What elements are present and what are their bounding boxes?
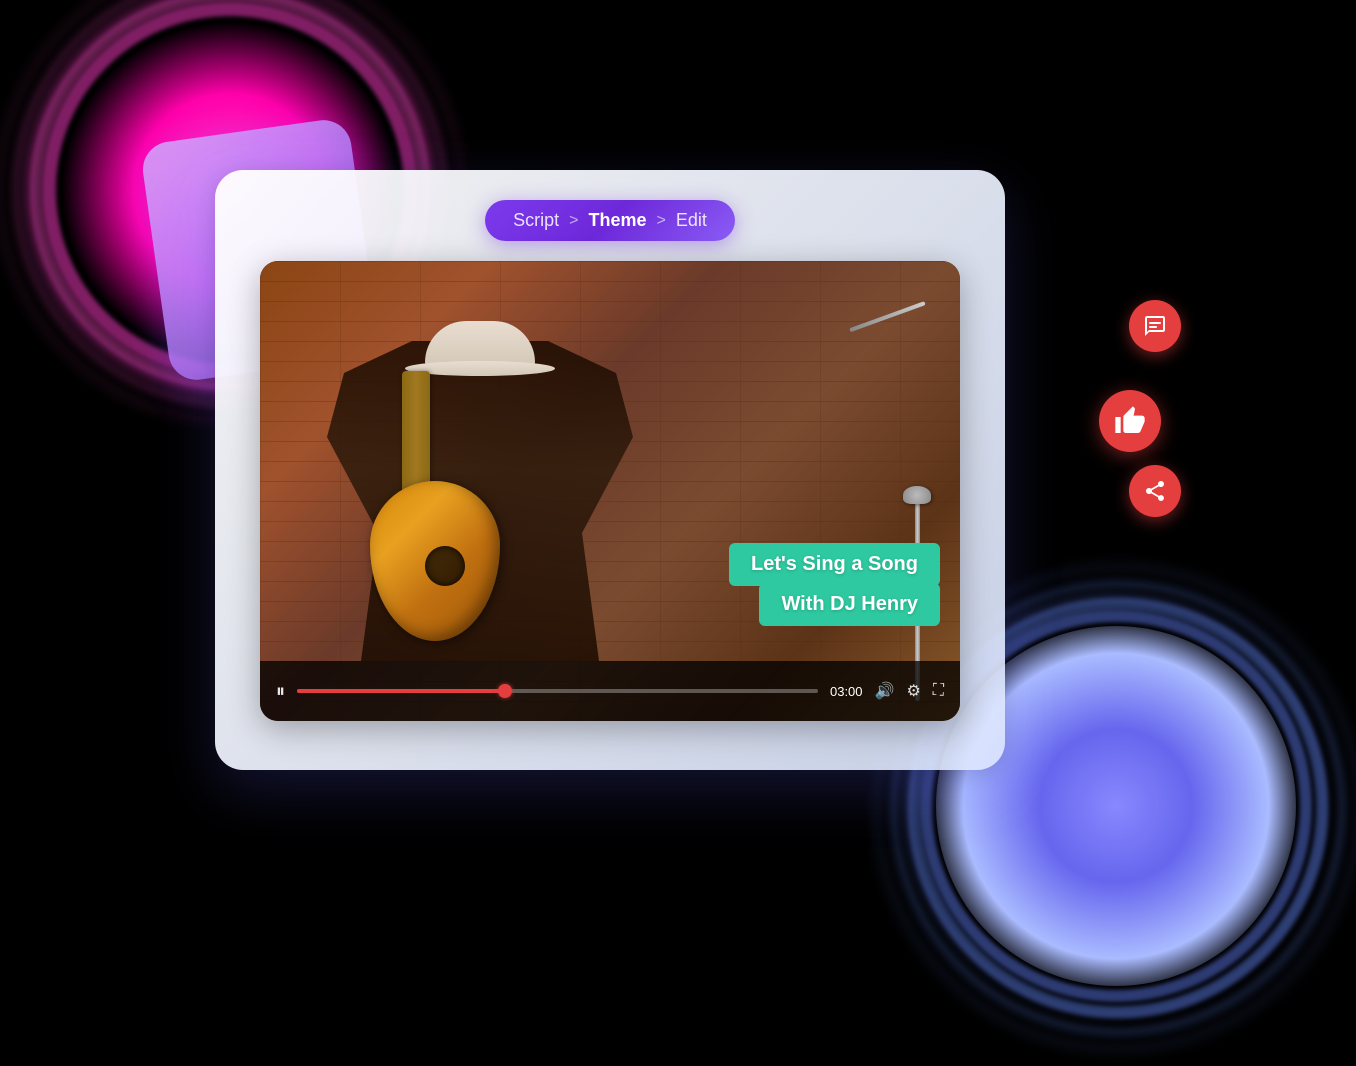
scene: Script > Theme > Edit — [0, 0, 1356, 1066]
hat — [420, 321, 540, 376]
guitar-body — [370, 481, 500, 641]
video-title-line1: Let's Sing a Song — [729, 543, 940, 586]
breadcrumb-sep2: > — [657, 212, 666, 230]
progress-fill — [297, 689, 505, 693]
fab-comment-button[interactable] — [1129, 300, 1181, 352]
thumbs-up-icon — [1114, 405, 1146, 437]
mic-head — [903, 486, 931, 504]
hat-top — [425, 321, 535, 366]
breadcrumb-step3[interactable]: Edit — [676, 210, 707, 231]
breadcrumb-pill: Script > Theme > Edit — [485, 200, 735, 241]
settings-button[interactable]: ⚙ — [906, 681, 920, 701]
volume-button[interactable]: 🔊 — [875, 681, 895, 701]
fullscreen-button[interactable]: ⛶ — [933, 682, 944, 700]
pause-button[interactable]: ⏸ — [276, 681, 285, 702]
progress-dot — [498, 684, 512, 698]
guitar-soundhole — [425, 546, 465, 586]
fab-like-button[interactable] — [1099, 390, 1161, 452]
video-title-line2: With DJ Henry — [759, 583, 940, 626]
guitar — [350, 381, 530, 641]
fab-share-button[interactable] — [1129, 465, 1181, 517]
main-card: Script > Theme > Edit — [215, 170, 1005, 770]
comment-icon — [1143, 314, 1167, 338]
video-controls-bar: ⏸ 03:00 🔊 ⚙ ⛶ — [260, 661, 960, 721]
share-icon — [1143, 479, 1167, 503]
breadcrumb-step2[interactable]: Theme — [588, 210, 646, 231]
breadcrumb-sep1: > — [569, 212, 578, 230]
video-player[interactable]: Let's Sing a Song With DJ Henry ⏸ 03:00 … — [260, 261, 960, 721]
time-display: 03:00 — [830, 684, 863, 699]
guitarist-figure — [290, 311, 670, 661]
progress-bar[interactable] — [297, 689, 818, 693]
breadcrumb-step1[interactable]: Script — [513, 210, 559, 231]
